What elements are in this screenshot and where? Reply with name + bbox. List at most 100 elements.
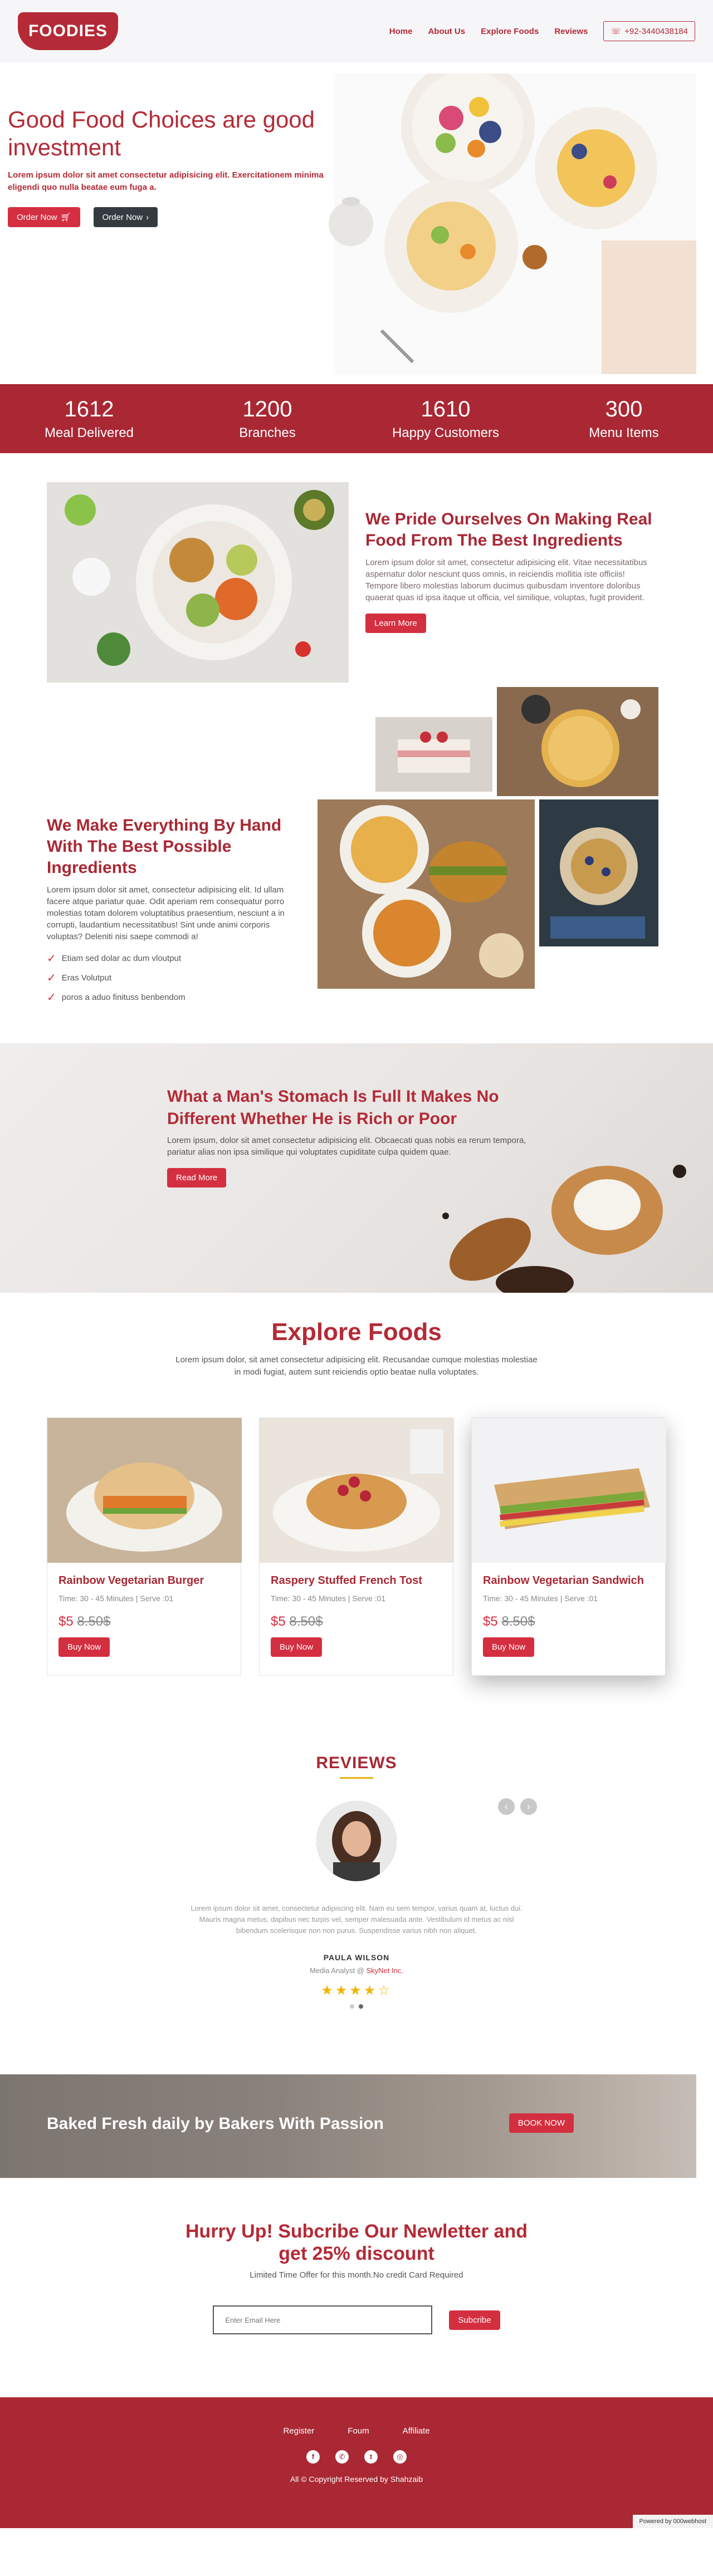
baked-banner-wrap: Baked Fresh daily by Bakers With Passion… [0, 2074, 713, 2178]
pastry-image [442, 1165, 686, 1293]
order-now-label: Order Now [17, 212, 57, 222]
social-links: f ✆ t ◎ [0, 2450, 713, 2464]
phone-button[interactable]: ☏ +92-3440438184 [603, 21, 695, 41]
hero-section: Good Food Choices are good investment Lo… [0, 62, 713, 384]
nav-link-explore[interactable]: Explore Foods [481, 27, 539, 36]
nav-link-home[interactable]: Home [389, 27, 413, 36]
chevron-right-icon: › [146, 212, 149, 222]
subscribe-button[interactable]: Subcribe [449, 2310, 500, 2330]
hero-buttons: Order Now 🛒︎ Order Now › [8, 207, 331, 227]
sandwich-card-image [472, 1418, 666, 1563]
pancake-image [539, 799, 658, 946]
newsletter-title: Hurry Up! Subcribe Our Newletter and get… [185, 2221, 528, 2264]
facebook-icon[interactable]: f [306, 2450, 320, 2464]
stat-label: Meal Delivered [44, 425, 134, 440]
copyright-text: All © Copyright Reserved by Shahzaib [290, 2475, 423, 2484]
cart-icon: 🛒︎ [60, 213, 71, 222]
reviews-section: REVIEWS ‹ › Lorem ipsum dolor sit amet, … [0, 1727, 713, 2074]
check-icon: ✓ [47, 972, 56, 984]
hero-food-image [329, 73, 696, 374]
stat-item: 1200 Branches [184, 397, 351, 441]
checklist-item: ✓ Etiam sed dolar ac dum vloutput [47, 951, 292, 965]
handmade-section: We Make Everything By Hand With The Best… [0, 681, 713, 1043]
whatsapp-icon[interactable]: ✆ [335, 2450, 349, 2464]
card-body: Rainbow Vegetarian Sandwich Time: 30 - 4… [472, 1566, 665, 1666]
reviewer-company[interactable]: SkyNet Inc. [366, 1966, 403, 1975]
checklist-text: Etiam sed dolar ac dum vloutput [61, 954, 182, 963]
footer: Register Foum Affiliate f ✆ t ◎ All © Co… [0, 2397, 713, 2528]
old-price: 8.50$ [501, 1614, 535, 1629]
reviewer-role: Media Analyst @ SkyNet Inc. [0, 1966, 713, 1975]
powered-by-badge[interactable]: Powered by 000webhost [632, 2515, 713, 2528]
read-more-button[interactable]: Read More [167, 1168, 227, 1188]
avatar [316, 1801, 397, 1885]
baked-banner: Baked Fresh daily by Bakers With Passion… [0, 2074, 696, 2178]
stat-label: Happy Customers [392, 425, 500, 440]
current-price: $5 [483, 1614, 498, 1629]
carousel-dots [0, 2004, 713, 2009]
stat-label: Branches [239, 425, 296, 440]
cake-image [375, 717, 492, 792]
chevron-left-icon[interactable]: ‹ [498, 1798, 515, 1815]
card-title: Raspery Stuffed French Tost [271, 1574, 422, 1587]
card-meta: Time: 30 - 45 Minutes | Serve :01 [483, 1594, 598, 1603]
checklist-text: poros a aduo finituss benbendom [61, 993, 185, 1002]
card-title: Rainbow Vegetarian Sandwich [483, 1574, 644, 1587]
card-meta: Time: 30 - 45 Minutes | Serve :01 [271, 1594, 386, 1603]
order-now-secondary-button[interactable]: Order Now › [93, 207, 158, 227]
buy-now-button[interactable]: Buy Now [483, 1637, 535, 1657]
checklist-item: ✓ Eras Volutput [47, 971, 292, 985]
stat-item: 300 Menu Items [540, 397, 707, 441]
salad-bowl-image [47, 482, 349, 683]
twitter-icon[interactable]: t [364, 2450, 378, 2464]
nav-link-about[interactable]: About Us [428, 27, 465, 36]
footer-link-register[interactable]: Register [283, 2426, 314, 2436]
reviews-underline [340, 1777, 373, 1779]
checklist-text: Eras Volutput [61, 973, 111, 983]
stats-bar: 1612 Meal Delivered 1200 Branches 1610 H… [0, 384, 713, 453]
footer-link-affiliate[interactable]: Affiliate [403, 2426, 430, 2436]
order-now-button[interactable]: Order Now 🛒︎ [8, 207, 80, 227]
carousel-dot-active[interactable] [359, 2004, 363, 2009]
pride-section: We Pride Ourselves On Making Real Food F… [0, 453, 713, 683]
food-card: Rainbow Vegetarian Burger Time: 30 - 45 … [47, 1417, 242, 1676]
card-price: $5 8.50$ [271, 1614, 442, 1630]
book-now-button[interactable]: BOOK NOW [509, 2113, 574, 2133]
handmade-title: We Make Everything By Hand With The Best… [47, 816, 282, 877]
baked-title: Baked Fresh daily by Bakers With Passion [47, 2114, 384, 2133]
quote-title: What a Man's Stomach Is Full It Makes No… [167, 1087, 499, 1128]
nav-links: Home About Us Explore Foods Reviews ☏ +9… [389, 21, 695, 41]
explore-title: Explore Foods [271, 1318, 442, 1346]
newsletter-section: Hurry Up! Subcribe Our Newletter and get… [0, 2178, 713, 2397]
checklist-item: ✓ poros a aduo finituss benbendom [47, 990, 292, 1004]
nav-link-reviews[interactable]: Reviews [554, 27, 588, 36]
carousel-dot[interactable] [350, 2004, 354, 2009]
footer-link-forum[interactable]: Foum [348, 2426, 369, 2436]
phone-number: +92-3440438184 [624, 26, 688, 36]
reviews-title: REVIEWS [316, 1754, 397, 1772]
explore-foods-section: Explore Foods Lorem ipsum dolor, sit ame… [0, 1293, 713, 1727]
buy-now-button[interactable]: Buy Now [271, 1637, 323, 1657]
current-price: $5 [271, 1614, 286, 1629]
reviewer-role-prefix: Media Analyst @ [310, 1966, 364, 1975]
check-icon: ✓ [47, 953, 56, 965]
chevron-right-icon[interactable]: › [520, 1798, 537, 1815]
email-field[interactable] [213, 2305, 433, 2334]
old-price: 8.50$ [289, 1614, 323, 1629]
burger-card-image [47, 1418, 242, 1563]
instagram-icon[interactable]: ◎ [393, 2450, 407, 2464]
handmade-text: We Make Everything By Hand With The Best… [47, 815, 292, 1010]
logo[interactable]: FOODIES [18, 12, 118, 50]
card-meta: Time: 30 - 45 Minutes | Serve :01 [58, 1594, 174, 1603]
newsletter-subtitle: Limited Time Offer for this month.No cre… [250, 2270, 463, 2280]
learn-more-button[interactable]: Learn More [365, 614, 426, 633]
navbar: FOODIES Home About Us Explore Foods Revi… [0, 0, 713, 62]
handmade-body: Lorem ipsum dolor sit amet, consectetur … [47, 885, 285, 941]
buy-now-button[interactable]: Buy Now [58, 1637, 110, 1657]
food-card: Raspery Stuffed French Tost Time: 30 - 4… [259, 1417, 454, 1676]
food-card: Rainbow Vegetarian Sandwich Time: 30 - 4… [471, 1417, 666, 1676]
reviewer-name: PAULA WILSON [323, 1953, 390, 1962]
pride-title: We Pride Ourselves On Making Real Food F… [365, 510, 652, 549]
check-icon: ✓ [47, 992, 56, 1004]
star-rating: ★★★★☆ [321, 1983, 392, 1998]
